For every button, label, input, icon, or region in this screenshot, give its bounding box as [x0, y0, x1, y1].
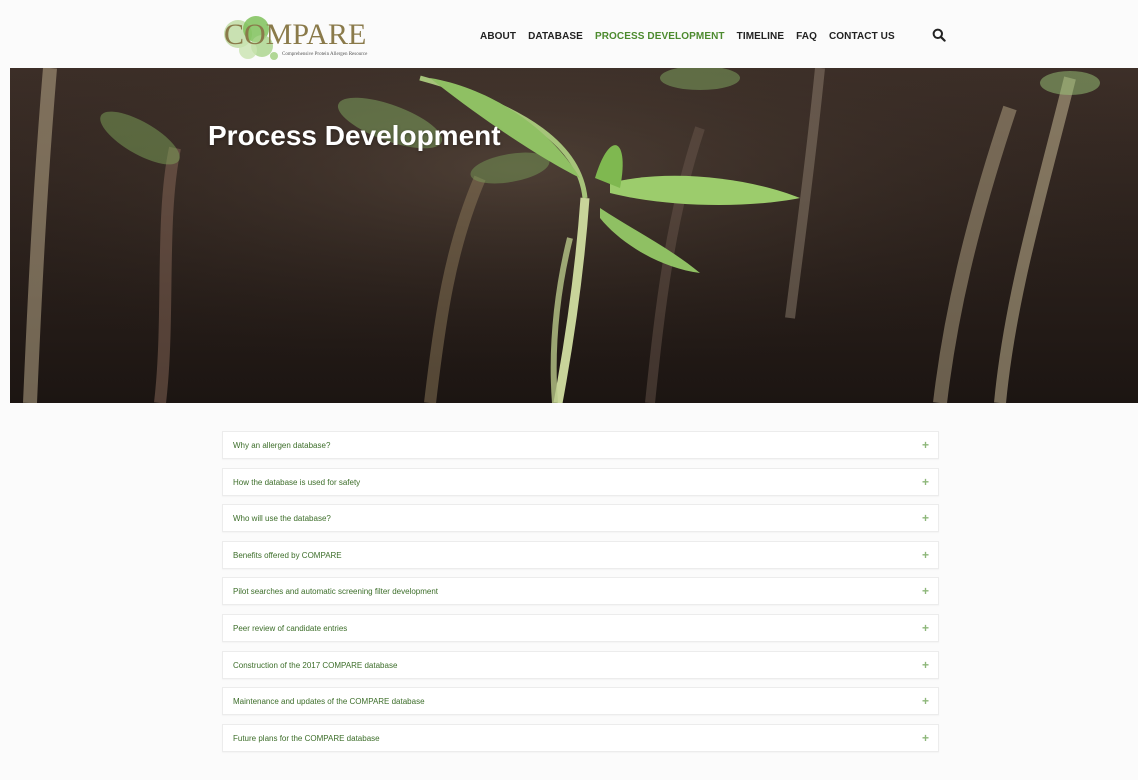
accordion-item-label: Peer review of candidate entries [233, 623, 348, 633]
accordion-item[interactable]: Benefits offered by COMPARE + [222, 540, 939, 569]
site-header: COMPARE Comprehensive Protein Allergen R… [0, 0, 1138, 68]
plus-icon[interactable]: + [922, 584, 929, 598]
plus-icon[interactable]: + [922, 731, 929, 745]
nav-item-timeline[interactable]: TIMELINE [737, 31, 784, 42]
accordion-item[interactable]: Construction of the 2017 COMPARE databas… [222, 650, 939, 679]
plus-icon[interactable]: + [922, 475, 929, 489]
accordion-item[interactable]: Who will use the database? + [222, 504, 939, 533]
plus-icon[interactable]: + [922, 621, 929, 635]
plus-icon[interactable]: + [922, 658, 929, 672]
plus-icon[interactable]: + [922, 694, 929, 708]
compare-logo[interactable]: COMPARE Comprehensive Protein Allergen R… [222, 10, 412, 64]
logo-wordmark: COMPARE [224, 18, 367, 51]
nav-item-about[interactable]: ABOUT [480, 31, 516, 42]
nav-item-contact-us[interactable]: CONTACT US [829, 31, 895, 42]
accordion-item-label: How the database is used for safety [233, 477, 361, 487]
accordion-item[interactable]: Pilot searches and automatic screening f… [222, 577, 939, 606]
search-icon[interactable] [932, 28, 946, 42]
nav-item-database[interactable]: DATABASE [528, 31, 583, 42]
main-nav: ABOUT DATABASE PROCESS DEVELOPMENT TIMEL… [480, 31, 907, 42]
accordion-item-label: Who will use the database? [233, 514, 331, 524]
nav-item-process-development[interactable]: PROCESS DEVELOPMENT [595, 31, 725, 42]
plus-icon[interactable]: + [922, 511, 929, 525]
page-title: Process Development [208, 120, 501, 151]
accordion-item-label: Pilot searches and automatic screening f… [233, 587, 438, 597]
accordion-item-label: Future plans for the COMPARE database [233, 733, 380, 743]
plus-icon[interactable]: + [922, 438, 929, 452]
logo-tagline: Comprehensive Protein Allergen Resource [282, 52, 368, 57]
accordion-item[interactable]: How the database is used for safety + [222, 467, 939, 496]
accordion-item-label: Benefits offered by COMPARE [233, 550, 342, 560]
nav-item-faq[interactable]: FAQ [796, 31, 817, 42]
accordion-item[interactable]: Why an allergen database? + [222, 431, 939, 459]
accordion-item[interactable]: Maintenance and updates of the COMPARE d… [222, 687, 939, 716]
accordion-item-label: Construction of the 2017 COMPARE databas… [233, 660, 398, 670]
seedlings-background-image [10, 68, 1138, 403]
hero-banner: Process Development [10, 68, 1138, 403]
accordion-item-label: Why an allergen database? [233, 441, 331, 450]
accordion-item-label: Maintenance and updates of the COMPARE d… [233, 697, 425, 707]
plus-icon[interactable]: + [922, 548, 929, 562]
faq-accordion: Why an allergen database? + How the data… [222, 431, 939, 760]
accordion-item[interactable]: Future plans for the COMPARE database + [222, 723, 939, 752]
accordion-item[interactable]: Peer review of candidate entries + [222, 613, 939, 642]
